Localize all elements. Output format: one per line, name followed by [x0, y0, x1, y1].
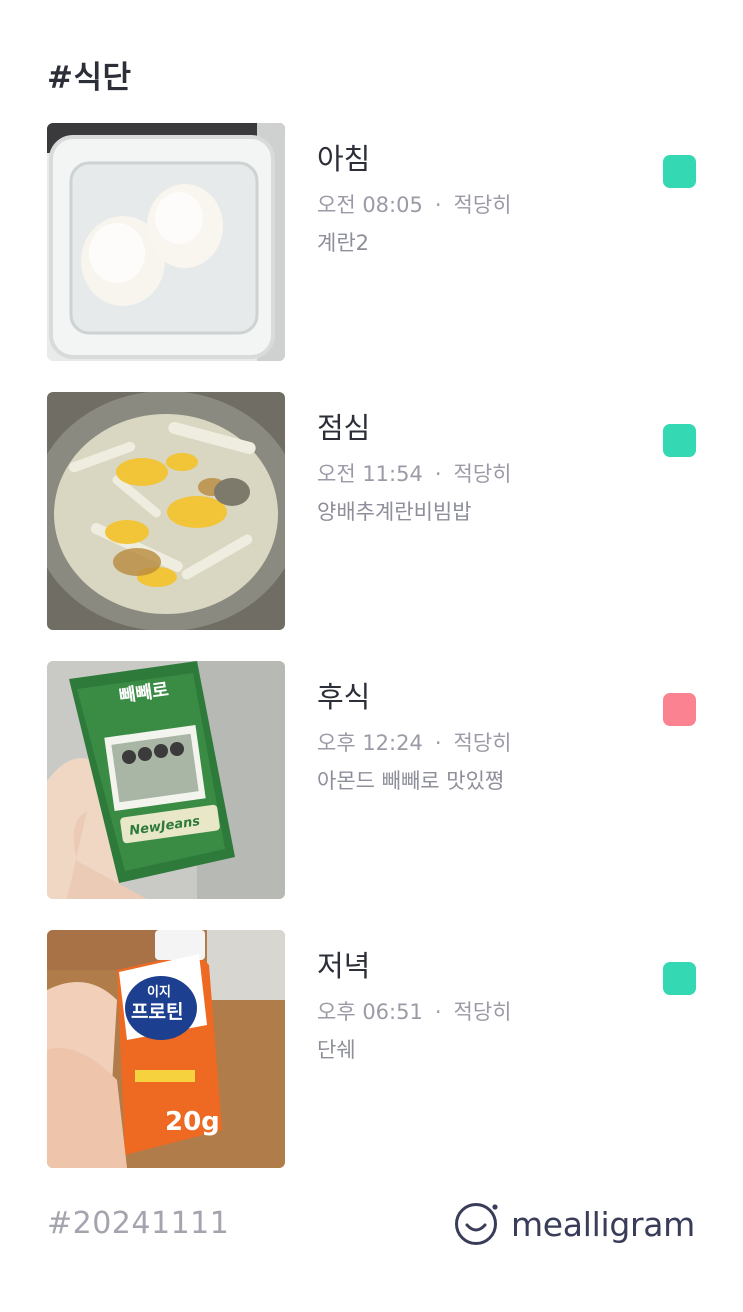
- meal-meta: 오후 12:24 · 적당히: [317, 729, 647, 757]
- meal-amount: 적당히: [453, 462, 512, 486]
- meal-name: 점심: [317, 411, 371, 445]
- meal-item-dinner[interactable]: 이지 프로틴 20g 저녁 오후 06:51 · 적당히 단쉐: [47, 930, 707, 1168]
- meal-time: 오후 06:51: [317, 1000, 423, 1024]
- meal-name: 후식: [317, 680, 371, 714]
- cabbage-egg-bibimbap-photo[interactable]: [47, 392, 285, 630]
- meal-memo: 계란2: [317, 231, 370, 255]
- status-tag: [663, 693, 696, 726]
- meal-item-breakfast[interactable]: 아침 오전 08:05 · 적당히 계란2: [47, 123, 707, 361]
- meal-list: 아침 오전 08:05 · 적당히 계란2 점심 오전 11:54 · 적당히 …: [47, 123, 707, 1199]
- meal-meta: 오전 08:05 · 적당히: [317, 191, 647, 219]
- meal-meta: 오전 11:54 · 적당히: [317, 460, 647, 488]
- meal-memo: 양배추계란비빔밥: [317, 500, 472, 524]
- meal-name: 저녁: [317, 949, 371, 983]
- meal-memo: 단쉐: [317, 1038, 356, 1062]
- meal-amount: 적당히: [453, 1000, 512, 1024]
- meal-meta: 오후 06:51 · 적당히: [317, 998, 647, 1026]
- brand-name: mealligram: [510, 1204, 695, 1244]
- pepero-box-photo[interactable]: 빼빼로 NewJeans: [47, 661, 285, 899]
- status-tag: [663, 424, 696, 457]
- protein-drink-photo[interactable]: 이지 프로틴 20g: [47, 930, 285, 1168]
- brand-logo: mealligram: [453, 1200, 695, 1248]
- meal-time: 오후 12:24: [317, 731, 423, 755]
- meal-item-lunch[interactable]: 점심 오전 11:54 · 적당히 양배추계란비빔밥: [47, 392, 707, 630]
- separator-dot: ·: [434, 731, 442, 755]
- separator-dot: ·: [434, 193, 442, 217]
- meal-info: 점심 오전 11:54 · 적당히 양배추계란비빔밥: [317, 410, 647, 526]
- meal-amount: 적당히: [453, 193, 512, 217]
- status-tag: [663, 962, 696, 995]
- meal-time: 오전 11:54: [317, 462, 423, 486]
- boiled-eggs-photo[interactable]: [47, 123, 285, 361]
- date-hashtag: #20241111: [47, 1206, 230, 1241]
- meal-item-dessert[interactable]: 빼빼로 NewJeans 후식 오후 12:24 · 적당히 아몬드 빼빼로 맛있쪙: [47, 661, 707, 899]
- meal-name: 아침: [317, 142, 371, 176]
- meal-info: 저녁 오후 06:51 · 적당히 단쉐: [317, 948, 647, 1064]
- protein-top-text: 이지: [147, 984, 171, 1000]
- status-tag: [663, 155, 696, 188]
- meal-amount: 적당히: [453, 731, 512, 755]
- page-title: #식단: [47, 60, 132, 96]
- meal-memo: 아몬드 빼빼로 맛있쪙: [317, 769, 505, 793]
- smile-logo-icon: [454, 1203, 498, 1245]
- meal-time: 오전 08:05: [317, 193, 423, 217]
- protein-num-text: 20g: [165, 1107, 220, 1137]
- meal-info: 후식 오후 12:24 · 적당히 아몬드 빼빼로 맛있쪙: [317, 679, 647, 795]
- separator-dot: ·: [434, 1000, 442, 1024]
- protein-main-text: 프로틴: [131, 1001, 183, 1023]
- meal-info: 아침 오전 08:05 · 적당히 계란2: [317, 141, 647, 257]
- separator-dot: ·: [434, 462, 442, 486]
